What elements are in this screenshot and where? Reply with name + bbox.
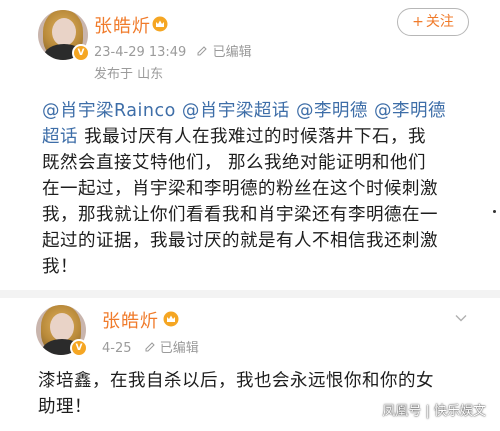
watermark: 凤凰号 | 快乐娱文 [382,404,486,419]
stray-mark [493,210,496,213]
post-line-5: 我，那我就让你们看看我和肖宇梁还有李明德在一 [42,205,438,225]
post-line-6: 起过的证据，我最讨厌的就是有人不相信我还刺激 [42,231,438,251]
post-meta: 4-25 已编辑 [102,337,199,356]
timestamp: 23-4-29 13:49 [94,45,187,60]
verified-badge-icon: V [70,339,88,357]
chevron-down-icon[interactable] [455,312,467,324]
post-meta: 23-4-29 13:49 已编辑 [94,41,252,60]
mention[interactable]: @李明德 [296,101,368,121]
follow-label: 关注 [425,14,454,30]
verified-badge-icon: V [72,44,90,62]
mention-topic[interactable]: 超话 [42,127,78,147]
post-divider [0,290,500,298]
location: 发布于 山东 [94,67,164,82]
post-line-1: @肖宇梁Rainco @肖宇梁超话 @李明德 @李明德 [42,98,492,124]
edit-icon [196,45,208,57]
post-line-7: 我！ [42,257,78,277]
mention[interactable]: @肖宇梁Rainco [42,101,176,121]
post-line-2: 超话 我最讨厌有人在我难过的时候落井下石，我 [42,124,492,150]
crown-badge-icon [163,311,179,327]
edited-label: 已编辑 [159,341,199,356]
plus-icon: + [412,14,424,30]
post-line-1: 漆培鑫，在我自杀以后，我也会永远恨你和你的女 [38,371,434,391]
mention[interactable]: @肖宇梁超话 [182,101,290,121]
username[interactable]: 张皓炘 [102,307,159,333]
post-line-4: 在一起过，肖宇梁和李明德的粉丝在这个时候刺激 [42,179,438,199]
edited-label: 已编辑 [212,45,252,60]
crown-badge-icon [152,16,168,32]
follow-button[interactable]: + 关注 [397,8,469,36]
username[interactable]: 张皓炘 [94,12,151,38]
post-body: @肖宇梁Rainco @肖宇梁超话 @李明德 @李明德 超话 我最讨厌有人在我难… [42,98,492,280]
text-segment: 我最讨厌有人在我难过的时候落井下石，我 [78,127,427,147]
timestamp: 4-25 [102,341,132,356]
mention[interactable]: @李明德 [374,101,446,121]
edit-icon [144,341,156,353]
post-line-3: 既然会直接艾特他们， 那么我绝对能证明和他们 [42,153,427,173]
